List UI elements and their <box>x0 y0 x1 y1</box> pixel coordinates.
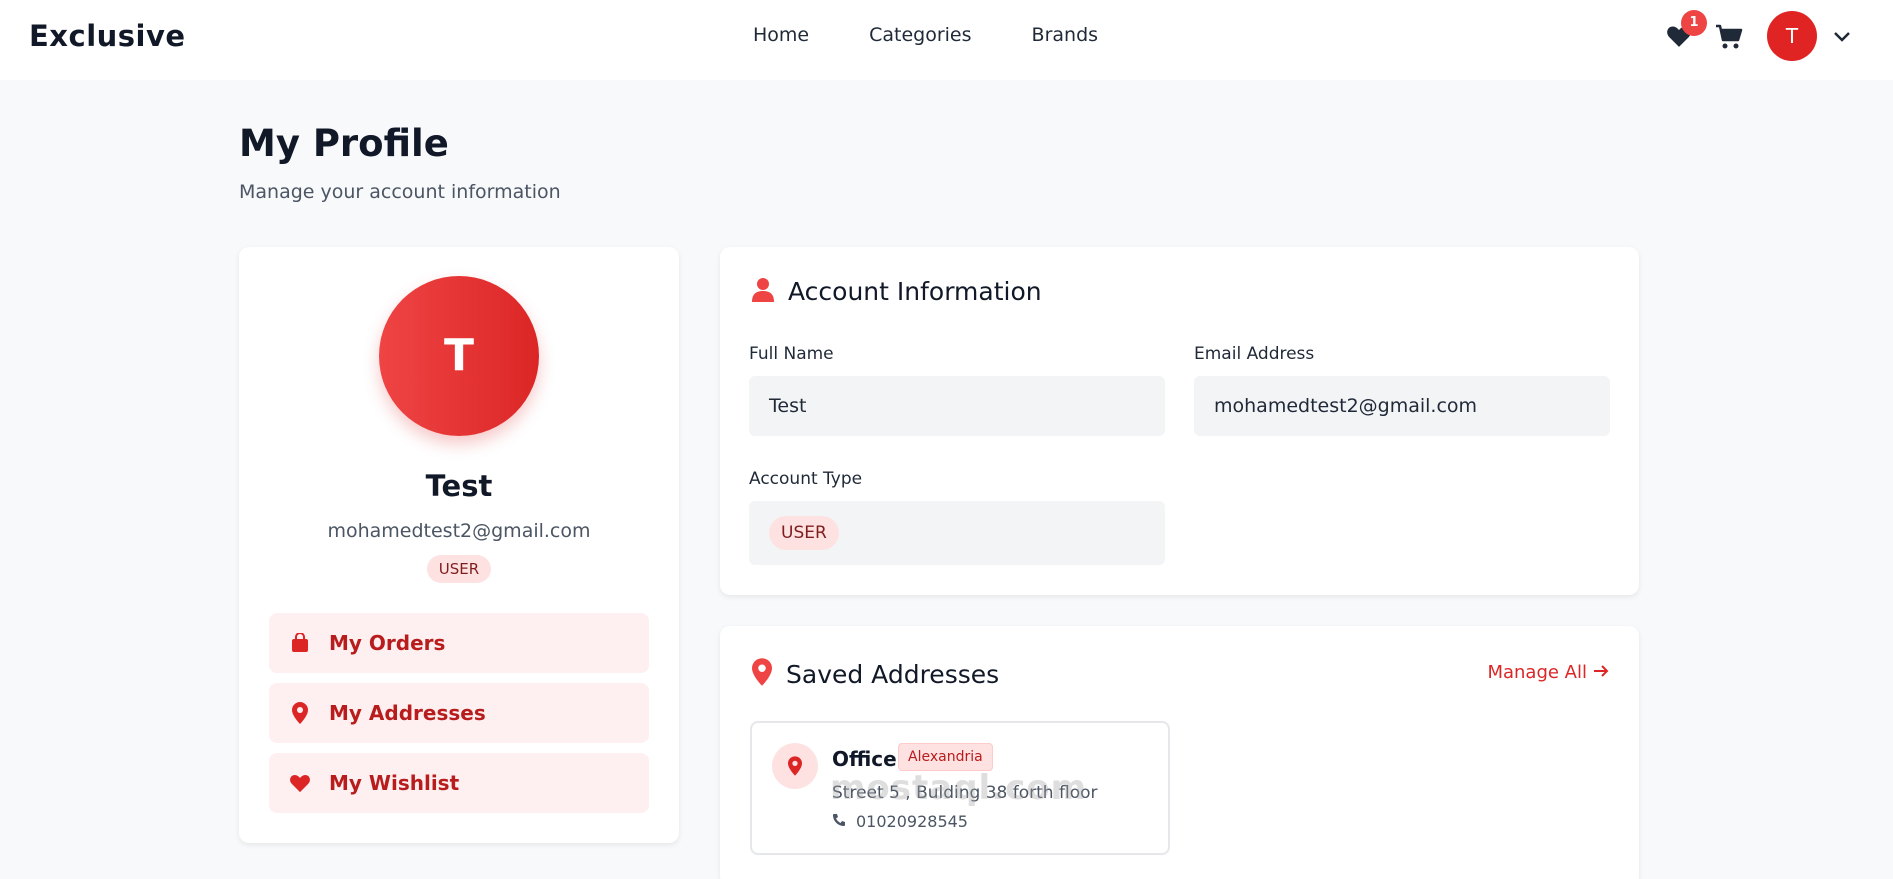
menu-label-addresses: My Addresses <box>329 701 486 725</box>
address-pin-icon <box>772 743 818 789</box>
account-info-title: Account Information <box>788 277 1042 306</box>
address-city-tag: Alexandria <box>898 743 993 771</box>
saved-addresses-title: Saved Addresses <box>786 659 1000 689</box>
role-badge: USER <box>426 555 492 583</box>
arrow-right-icon <box>1593 662 1609 683</box>
chevron-down-icon[interactable] <box>1833 28 1851 47</box>
my-wishlist-button[interactable]: My Wishlist <box>269 753 649 813</box>
map-pin-icon <box>752 658 772 690</box>
site-logo[interactable]: Exclusive <box>29 19 186 53</box>
page-subtitle: Manage your account information <box>239 181 561 203</box>
profile-avatar: T <box>379 276 539 436</box>
nav-home[interactable]: Home <box>753 24 809 46</box>
account-type-badge: USER <box>769 516 839 550</box>
full-name-label: Full Name <box>749 344 834 364</box>
profile-role-wrap: USER <box>239 555 679 583</box>
email-label: Email Address <box>1194 344 1315 364</box>
full-name-field[interactable]: Test <box>749 376 1165 436</box>
top-header: Exclusive Home Categories Brands 1 T <box>0 0 1893 80</box>
main-nav: Home Categories Brands <box>753 24 1098 46</box>
email-field[interactable]: mohamedtest2@gmail.com <box>1194 376 1610 436</box>
map-pin-icon <box>289 702 311 724</box>
my-addresses-button[interactable]: My Addresses <box>269 683 649 743</box>
heart-icon <box>289 772 311 794</box>
profile-email: mohamedtest2@gmail.com <box>327 520 591 542</box>
my-orders-button[interactable]: My Orders <box>269 613 649 673</box>
manage-all-link[interactable]: Manage All <box>1487 662 1609 683</box>
account-type-field: USER <box>749 501 1165 565</box>
page-title: My Profile <box>239 122 449 165</box>
shopping-bag-icon <box>289 632 311 654</box>
header-actions: 1 T <box>1660 10 1860 70</box>
menu-label-wishlist: My Wishlist <box>329 771 460 795</box>
cart-icon[interactable] <box>1715 24 1743 54</box>
profile-card: T Test mohamedtest2@gmail.com USER My Or… <box>239 247 679 843</box>
address-phone-row: 01020928545 <box>832 812 968 831</box>
account-info-card: Account Information Full Name Test Email… <box>720 247 1639 595</box>
manage-all-label: Manage All <box>1487 662 1587 683</box>
saved-addresses-card: Saved Addresses Manage All Office Alexan… <box>720 626 1639 879</box>
account-type-label: Account Type <box>749 469 863 489</box>
nav-brands[interactable]: Brands <box>1032 24 1099 46</box>
address-phone: 01020928545 <box>856 812 968 831</box>
user-icon <box>752 277 774 306</box>
phone-icon <box>832 812 846 831</box>
nav-categories[interactable]: Categories <box>869 24 971 46</box>
menu-label-orders: My Orders <box>329 631 446 655</box>
address-name: Office <box>832 747 897 771</box>
wishlist-count-badge: 1 <box>1681 10 1707 36</box>
saved-addresses-header: Saved Addresses <box>752 658 999 690</box>
address-card[interactable]: Office Alexandria Street 5 , Bulding 38 … <box>750 721 1170 855</box>
user-avatar-button[interactable]: T <box>1767 11 1817 61</box>
account-info-header: Account Information <box>752 277 1042 306</box>
profile-name: Test <box>425 469 493 503</box>
address-street: Street 5 , Bulding 38 forth floor <box>832 783 1098 803</box>
